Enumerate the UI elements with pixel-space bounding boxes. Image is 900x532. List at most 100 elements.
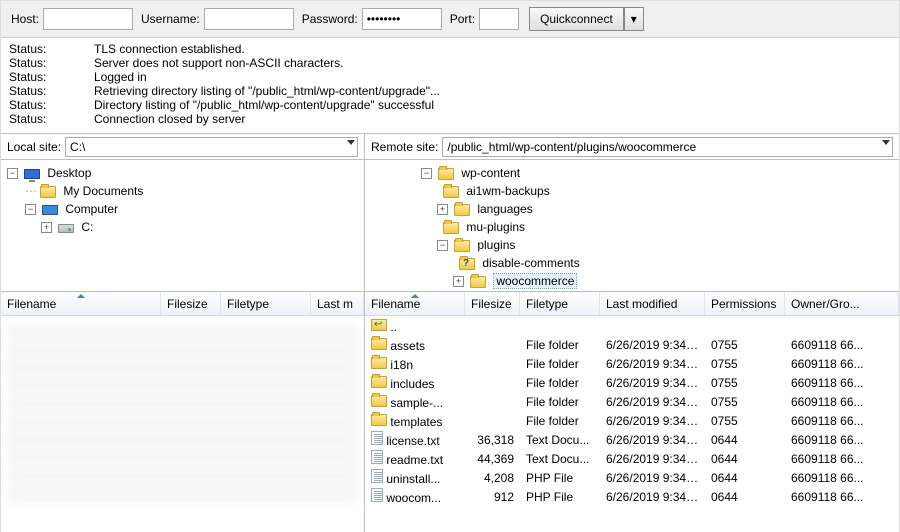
tree-item[interactable]: plugins — [477, 238, 515, 252]
file-type: File folder — [520, 376, 600, 390]
tree-item[interactable]: C: — [81, 220, 93, 234]
tree-item[interactable]: Computer — [65, 202, 118, 216]
folder-icon — [40, 186, 56, 198]
file-permissions: 0755 — [705, 338, 785, 352]
file-modified: 6/26/2019 9:34:... — [600, 433, 705, 447]
file-name: assets — [390, 339, 425, 353]
tree-item[interactable]: languages — [477, 202, 532, 216]
username-label: Username: — [141, 12, 200, 26]
file-owner: 6609118 66... — [785, 357, 899, 371]
tree-item[interactable]: wp-content — [461, 166, 520, 180]
file-modified: 6/26/2019 9:34:... — [600, 357, 705, 371]
file-size: 44,369 — [465, 452, 520, 466]
file-modified: 6/26/2019 9:34:... — [600, 471, 705, 485]
computer-icon — [42, 205, 58, 215]
list-row[interactable]: i18nFile folder6/26/2019 9:34:...0755660… — [365, 354, 899, 373]
col-filesize[interactable]: Filesize — [161, 292, 221, 315]
col-filetype[interactable]: Filetype — [221, 292, 311, 315]
remote-site-input[interactable] — [442, 137, 893, 157]
file-modified: 6/26/2019 9:34:... — [600, 376, 705, 390]
file-name: readme.txt — [386, 453, 443, 467]
tree-panels: − Desktop ⋯ My Documents − Computer + C:… — [1, 160, 899, 292]
list-row[interactable]: uninstall...4,208PHP File6/26/2019 9:34:… — [365, 468, 899, 487]
log-label: Status: — [9, 98, 94, 112]
list-row-up[interactable]: .. — [365, 316, 899, 335]
log-text: Server does not support non-ASCII charac… — [94, 56, 343, 70]
username-input[interactable] — [204, 8, 294, 30]
list-row[interactable]: sample-...File folder6/26/2019 9:34:...0… — [365, 392, 899, 411]
quickconnect-button[interactable]: Quickconnect — [529, 7, 624, 31]
tree-item-selected[interactable]: woocommerce — [493, 273, 577, 289]
tree-item[interactable]: disable-comments — [482, 256, 579, 270]
list-row[interactable]: readme.txt 44,369Text Docu...6/26/2019 9:… — [365, 449, 899, 468]
remote-list-header: Filename Filesize Filetype Last modified… — [365, 292, 899, 316]
folder-icon — [443, 186, 459, 198]
file-name: includes — [390, 377, 434, 391]
local-list-content-obscured — [1, 316, 364, 510]
file-icon — [371, 488, 383, 502]
file-type: Text Docu... — [520, 452, 600, 466]
file-type: Text Docu... — [520, 433, 600, 447]
col-lastmod[interactable]: Last m — [311, 292, 364, 315]
file-permissions: 0644 — [705, 452, 785, 466]
file-owner: 6609118 66... — [785, 471, 899, 485]
local-tree[interactable]: − Desktop ⋯ My Documents − Computer + C: — [1, 160, 365, 291]
site-path-bar: Local site: Remote site: — [1, 134, 899, 160]
file-owner: 6609118 66... — [785, 376, 899, 390]
local-site-input[interactable] — [65, 137, 358, 157]
folder-icon — [371, 395, 387, 407]
log-text: Directory listing of "/public_html/wp-co… — [94, 98, 434, 112]
list-row[interactable]: templatesFile folder6/26/2019 9:34:...07… — [365, 411, 899, 430]
file-permissions: 0755 — [705, 414, 785, 428]
remote-tree[interactable]: − wp-content ai1wm-backups + languages m… — [365, 160, 899, 291]
list-row[interactable]: assetsFile folder6/26/2019 9:34:...07556… — [365, 335, 899, 354]
col-owner[interactable]: Owner/Gro... — [785, 292, 899, 315]
folder-icon — [371, 376, 387, 388]
list-row[interactable]: includesFile folder6/26/2019 9:34:...075… — [365, 373, 899, 392]
file-permissions: 0755 — [705, 395, 785, 409]
tree-item[interactable]: Desktop — [47, 166, 91, 180]
file-name: uninstall... — [386, 472, 440, 486]
file-name: woocom... — [386, 491, 441, 505]
file-owner: 6609118 66... — [785, 433, 899, 447]
log-text: Retrieving directory listing of "/public… — [94, 84, 440, 98]
file-name: templates — [390, 415, 442, 429]
col-lastmod[interactable]: Last modified — [600, 292, 705, 315]
log-text: Connection closed by server — [94, 112, 245, 126]
folder-icon — [371, 357, 387, 369]
col-filesize[interactable]: Filesize — [465, 292, 520, 315]
folder-unknown-icon — [459, 258, 475, 270]
port-label: Port: — [450, 12, 475, 26]
file-owner: 6609118 66... — [785, 338, 899, 352]
file-modified: 6/26/2019 9:34:... — [600, 452, 705, 466]
log-label: Status: — [9, 56, 94, 70]
host-label: Host: — [11, 12, 39, 26]
tree-item[interactable]: ai1wm-backups — [466, 184, 549, 198]
tree-item[interactable]: My Documents — [63, 184, 143, 198]
file-type: File folder — [520, 414, 600, 428]
file-modified: 6/26/2019 9:34:... — [600, 395, 705, 409]
host-input[interactable] — [43, 8, 133, 30]
file-size: 4,208 — [465, 471, 520, 485]
folder-icon — [371, 414, 387, 426]
col-permissions[interactable]: Permissions — [705, 292, 785, 315]
quickconnect-dropdown-button[interactable]: ▾ — [624, 7, 644, 31]
file-permissions: 0644 — [705, 433, 785, 447]
list-row[interactable]: license.txt36,318Text Docu...6/26/2019 9… — [365, 430, 899, 449]
port-input[interactable] — [479, 8, 519, 30]
col-filename[interactable]: Filename — [1, 292, 161, 315]
remote-file-list[interactable]: Filename Filesize Filetype Last modified… — [365, 292, 899, 532]
status-log: Status:TLS connection established.Status… — [1, 38, 899, 134]
folder-icon — [454, 204, 470, 216]
password-input[interactable] — [362, 8, 442, 30]
col-filetype[interactable]: Filetype — [520, 292, 600, 315]
log-label: Status: — [9, 84, 94, 98]
log-label: Status: — [9, 112, 94, 126]
file-name: sample-... — [390, 396, 443, 410]
file-owner: 6609118 66... — [785, 490, 899, 504]
list-row[interactable]: woocom...912PHP File6/26/2019 9:34:...06… — [365, 487, 899, 506]
file-modified: 6/26/2019 9:34:... — [600, 338, 705, 352]
tree-item[interactable]: mu-plugins — [466, 220, 525, 234]
col-filename[interactable]: Filename — [365, 292, 465, 315]
local-file-list[interactable]: Filename Filesize Filetype Last m — [1, 292, 365, 532]
